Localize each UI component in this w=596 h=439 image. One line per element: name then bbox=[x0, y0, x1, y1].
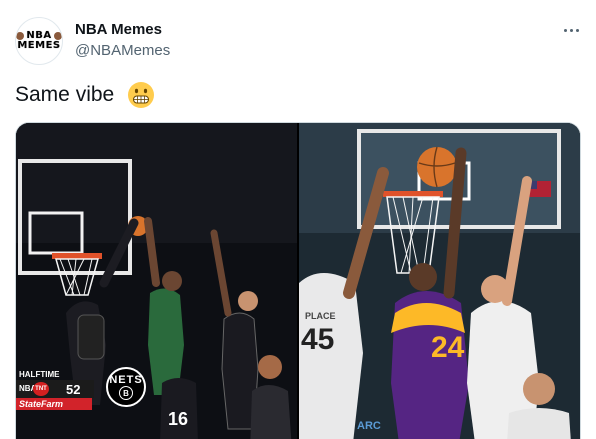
avatar-logo-text-bottom: MEMES bbox=[17, 40, 61, 51]
nets-logo-text: NETS bbox=[109, 374, 143, 386]
grimacing-face-emoji bbox=[128, 82, 154, 108]
tweet-text: Same vibe bbox=[15, 83, 115, 106]
avatar-face-icon bbox=[53, 32, 62, 40]
media-grid[interactable]: 16 HALFTIME NBA TNT 52 StateFarm NETS B bbox=[15, 122, 581, 439]
media-image-left[interactable]: 16 HALFTIME NBA TNT 52 StateFarm NETS B bbox=[16, 123, 297, 439]
scoreboard-network-logo: TNT bbox=[33, 382, 49, 396]
nets-logo: NETS B bbox=[98, 367, 152, 409]
more-options-icon[interactable] bbox=[562, 22, 582, 38]
jersey-number-left: 16 bbox=[168, 409, 188, 429]
rim bbox=[52, 253, 102, 259]
basketball bbox=[417, 147, 457, 187]
author-name[interactable]: NBA Memes bbox=[75, 21, 162, 38]
author-handle[interactable]: @NBAMemes bbox=[75, 42, 170, 59]
scoreboard-period: HALFTIME bbox=[19, 370, 60, 379]
scoreboard-sponsor: StateFarm bbox=[16, 398, 92, 410]
courtside-text: ARC bbox=[357, 420, 381, 432]
jersey-name: PLACE bbox=[305, 311, 336, 321]
tweet-card: NBA MEMES NBA Memes @NBAMemes Same vibe bbox=[0, 0, 596, 439]
nets-logo-letter: B bbox=[119, 386, 133, 400]
jersey-number-45: 45 bbox=[301, 323, 334, 356]
block-photo-right: 45 PLACE 24 ARC bbox=[299, 123, 580, 439]
scoreboard-score: 52 bbox=[66, 382, 81, 397]
jersey-number-24: 24 bbox=[431, 331, 465, 364]
avatar[interactable]: NBA MEMES bbox=[15, 17, 63, 65]
avatar-face-icon bbox=[16, 32, 25, 40]
rim bbox=[383, 191, 443, 197]
media-image-right[interactable]: 45 PLACE 24 ARC bbox=[299, 123, 580, 439]
